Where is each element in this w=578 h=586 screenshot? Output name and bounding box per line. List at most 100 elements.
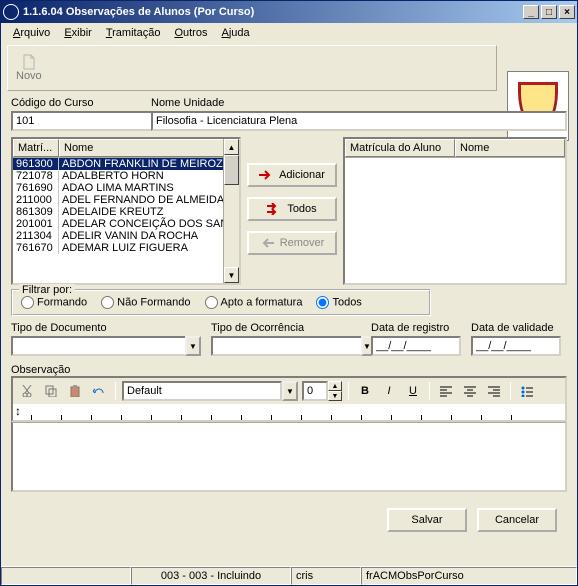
undo-button[interactable] — [89, 381, 109, 401]
close-button[interactable]: × — [559, 5, 575, 19]
cell-nome: ABDON FRANKLIN DE MEIROZ — [59, 158, 239, 170]
novo-button[interactable]: Novo — [8, 50, 50, 86]
table-row[interactable]: 211000ADEL FERNANDO DE ALMEIDA — [13, 194, 239, 206]
arrow-right-icon — [259, 170, 273, 180]
align-right-button[interactable] — [484, 381, 504, 401]
col-matri[interactable]: Matrí... — [13, 139, 59, 157]
status-pos: 003 - 003 - Incluindo — [131, 567, 291, 585]
scroll-down-icon[interactable]: ▼ — [224, 267, 239, 283]
cell-matricula: 861309 — [13, 206, 59, 218]
statusbar: 003 - 003 - Incluindo cris frACMObsPorCu… — [1, 566, 577, 585]
cell-matricula: 211000 — [13, 194, 59, 206]
italic-icon: I — [387, 385, 390, 397]
toolbar: Novo — [7, 45, 497, 91]
adicionar-button[interactable]: Adicionar — [247, 163, 337, 187]
tipo-ocor-combo[interactable]: ▼ — [211, 336, 361, 356]
spin-up-icon[interactable]: ▲ — [328, 381, 342, 391]
paste-icon — [69, 385, 81, 397]
tipo-doc-combo[interactable]: ▼ — [11, 336, 201, 356]
spin-down-icon[interactable]: ▼ — [328, 391, 342, 401]
remover-button[interactable]: Remover — [247, 231, 337, 255]
double-arrow-right-icon — [267, 203, 281, 215]
cell-nome: ADAO LIMA MARTINS — [59, 182, 239, 194]
filtrar-group: Filtrar por: Formando Não Formando Apto … — [11, 289, 431, 316]
col-nome[interactable]: Nome — [59, 139, 239, 157]
scroll-thumb[interactable] — [224, 155, 239, 185]
chevron-down-icon[interactable]: ▼ — [282, 381, 298, 401]
font-size-spinner[interactable]: ▲▼ — [302, 381, 342, 401]
bullets-icon — [521, 385, 533, 397]
radio-nao-formando[interactable]: Não Formando — [101, 296, 190, 309]
cell-nome: ADEMAR LUIZ FIGUERA — [59, 242, 239, 254]
richtext-toolbar: ▼ ▲▼ B I U — [11, 376, 567, 404]
menu-exibir[interactable]: Exibir — [58, 25, 98, 41]
table-row[interactable]: 211304ADELIR VANIN DA ROCHA — [13, 230, 239, 242]
menu-tramitacao[interactable]: Tramitação — [100, 25, 167, 41]
data-val-input[interactable] — [471, 336, 561, 356]
ruler[interactable]: ↕ — [11, 404, 567, 422]
observacao-label: Observação — [11, 364, 567, 376]
alunos-scrollbar[interactable]: ▲ ▼ — [223, 139, 239, 283]
cancelar-button[interactable]: Cancelar — [477, 508, 557, 532]
cell-matricula: 721078 — [13, 170, 59, 182]
maximize-button[interactable]: □ — [541, 5, 557, 19]
menu-ajuda[interactable]: Ajuda — [215, 25, 255, 41]
chevron-down-icon[interactable]: ▼ — [185, 336, 201, 356]
table-row[interactable]: 761670ADEMAR LUIZ FIGUERA — [13, 242, 239, 254]
cut-button[interactable] — [17, 381, 37, 401]
table-row[interactable]: 761690ADAO LIMA MARTINS — [13, 182, 239, 194]
bullets-button[interactable] — [517, 381, 537, 401]
status-blank — [1, 567, 131, 585]
underline-button[interactable]: U — [403, 381, 423, 401]
col-nome-right[interactable]: Nome — [455, 139, 565, 157]
menu-arquivo[interactable]: Arquivo — [7, 25, 56, 41]
copy-button[interactable] — [41, 381, 61, 401]
cell-nome: ADELAR CONCEIÇÃO DOS SAN — [59, 218, 239, 230]
selecionados-listbox[interactable]: Matrícula do Aluno Nome — [343, 137, 567, 285]
titlebar[interactable]: 1.1.6.04 Observações de Alunos (Por Curs… — [1, 1, 577, 23]
col-matricula-aluno[interactable]: Matrícula do Aluno — [345, 139, 455, 157]
underline-icon: U — [409, 385, 417, 397]
table-row[interactable]: 201001ADELAR CONCEIÇÃO DOS SAN — [13, 218, 239, 230]
tipo-ocor-label: Tipo de Ocorrência — [211, 322, 361, 334]
nome-unidade-label: Nome Unidade — [151, 97, 567, 109]
cell-nome: ADEL FERNANDO DE ALMEIDA — [59, 194, 239, 206]
radio-apto[interactable]: Apto a formatura — [205, 296, 303, 309]
minimize-button[interactable]: _ — [523, 5, 539, 19]
codigo-input[interactable] — [11, 111, 163, 131]
novo-label: Novo — [16, 70, 42, 82]
nome-unidade-input[interactable] — [151, 111, 567, 131]
alunos-listbox[interactable]: Matrí... Nome 961300ABDON FRANKLIN DE ME… — [11, 137, 241, 285]
salvar-button[interactable]: Salvar — [387, 508, 467, 532]
window-title: 1.1.6.04 Observações de Alunos (Por Curs… — [23, 6, 521, 18]
app-icon — [3, 4, 19, 20]
table-row[interactable]: 721078ADALBERTO HORN — [13, 170, 239, 182]
radio-todos[interactable]: Todos — [316, 296, 361, 309]
observacao-textarea[interactable] — [11, 422, 567, 492]
table-row[interactable]: 861309ADELAIDE KREUTZ — [13, 206, 239, 218]
bold-button[interactable]: B — [355, 381, 375, 401]
cell-matricula: 211304 — [13, 230, 59, 242]
menu-outros[interactable]: Outros — [168, 25, 213, 41]
alunos-list-header: Matrí... Nome — [13, 139, 239, 158]
font-combo[interactable]: ▼ — [122, 381, 298, 401]
todos-button[interactable]: Todos — [247, 197, 337, 221]
bold-icon: B — [361, 385, 369, 397]
radio-formando[interactable]: Formando — [21, 296, 87, 309]
status-user: cris — [291, 567, 361, 585]
scroll-up-icon[interactable]: ▲ — [224, 139, 239, 155]
align-center-button[interactable] — [460, 381, 480, 401]
italic-button[interactable]: I — [379, 381, 399, 401]
paste-button[interactable] — [65, 381, 85, 401]
align-left-button[interactable] — [436, 381, 456, 401]
cut-icon — [21, 385, 33, 397]
align-center-icon — [464, 385, 476, 397]
indent-marker-icon[interactable]: ↕ — [15, 404, 21, 418]
codigo-label: Código do Curso — [11, 97, 141, 109]
data-reg-input[interactable] — [371, 336, 461, 356]
new-file-icon — [21, 54, 37, 70]
status-form: frACMObsPorCurso — [361, 567, 577, 585]
table-row[interactable]: 961300ABDON FRANKLIN DE MEIROZ — [13, 158, 239, 170]
menubar: Arquivo Exibir Tramitação Outros Ajuda — [1, 23, 577, 43]
cell-matricula: 761690 — [13, 182, 59, 194]
